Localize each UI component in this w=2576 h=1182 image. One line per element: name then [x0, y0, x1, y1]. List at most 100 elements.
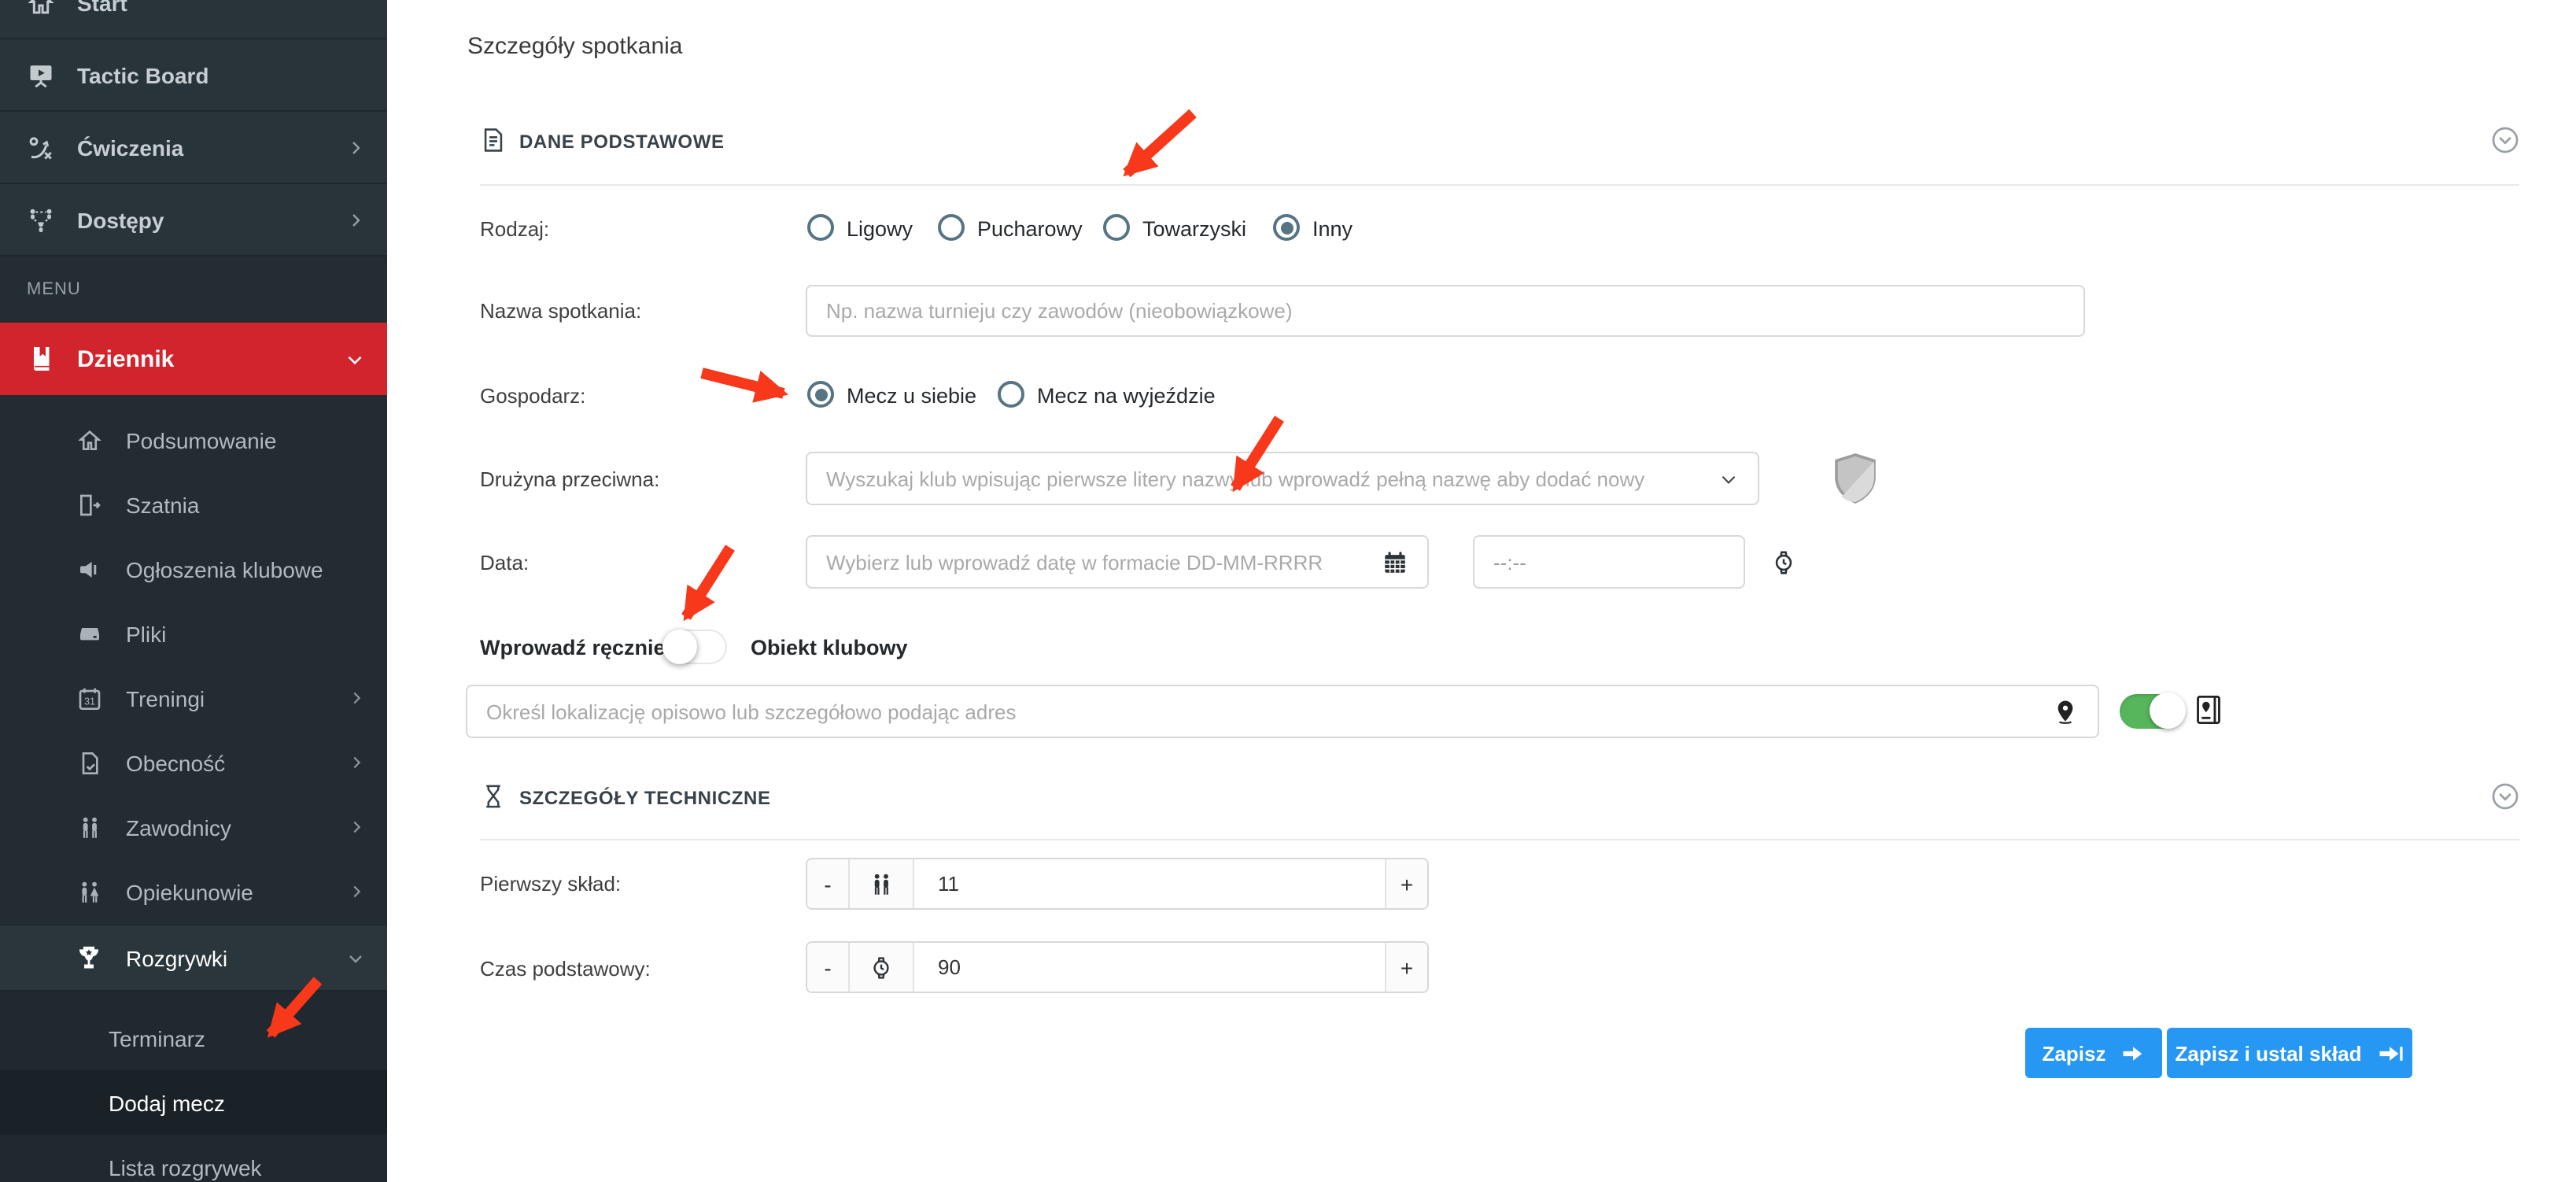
main-content — [387, 0, 2576, 1182]
sidebar-item-label: Terminarz — [109, 1025, 205, 1051]
sidebar-section-label: MENU — [0, 257, 387, 323]
sidebar-item-label: Dodaj mecz — [109, 1090, 225, 1115]
sidebar-item-label: Obecność — [126, 750, 225, 775]
czas-podstawowy-stepper: - 90 + — [806, 941, 1429, 993]
sidebar-item-zawodnicy[interactable]: Zawodnicy — [0, 795, 387, 859]
calendar-icon: 31 — [76, 685, 102, 711]
map-book-icon — [2194, 693, 2224, 727]
rozgrywki-submenu: Terminarz Dodaj mecz Lista rozgrywek — [0, 992, 387, 1182]
sidebar-item-label: Ogłoszenia klubowe — [126, 556, 323, 582]
sidebar-item-label: Podsumowanie — [126, 427, 276, 452]
club-shield-icon — [1827, 450, 1884, 507]
location-mode-toggle[interactable] — [662, 630, 727, 664]
radio-pucharowy-label[interactable]: Pucharowy — [977, 217, 1083, 241]
czas-podstawowy-label: Czas podstawowy: — [480, 957, 651, 981]
sidebar-item-label: Opiekunowie — [126, 879, 253, 904]
door-exit-icon — [76, 492, 102, 517]
sidebar-item-label: Ćwiczenia — [77, 135, 183, 160]
radio-inny-label[interactable]: Inny — [1312, 217, 1353, 241]
arrow-right-icon — [2121, 1043, 2145, 1063]
sidebar-item-podsumowanie[interactable]: Podsumowanie — [0, 408, 387, 472]
watch-icon — [850, 943, 914, 992]
chevron-right-icon — [348, 689, 365, 707]
sidebar-item-pliki[interactable]: Pliki — [0, 601, 387, 666]
radio-inny[interactable] — [1273, 214, 1300, 241]
radio-towarzyski[interactable] — [1103, 214, 1130, 241]
sidebar-item-label: Treningi — [126, 685, 205, 711]
sidebar-item-lista-rozgrywek[interactable]: Lista rozgrywek — [0, 1135, 387, 1182]
document-icon — [480, 126, 507, 154]
sidebar-item-label: Tactic Board — [77, 62, 209, 87]
chevron-down-icon — [1718, 468, 1739, 489]
radio-mecz-na-wyjezdzie[interactable] — [998, 381, 1024, 408]
club-facility-toggle[interactable] — [2120, 694, 2184, 729]
sidebar-item-label: Pliki — [126, 621, 166, 646]
sidebar-item-rozgrywki[interactable]: Rozgrywki — [0, 924, 387, 992]
trophy-icon — [76, 944, 102, 971]
druzyna-select[interactable] — [806, 452, 1759, 505]
data-label: Data: — [480, 551, 529, 574]
decrement-button[interactable]: - — [807, 859, 850, 908]
save-and-lineup-button[interactable]: Zapisz i ustal skład — [2167, 1028, 2412, 1078]
guardians-icon — [76, 879, 102, 904]
divider — [480, 839, 2519, 840]
home-icon — [76, 427, 102, 452]
rodzaj-label: Rodzaj: — [480, 217, 549, 241]
radio-ligowy[interactable] — [807, 214, 834, 241]
clock-icon[interactable] — [1770, 549, 1797, 575]
sidebar-item-treningi[interactable]: 31 Treningi — [0, 666, 387, 730]
sidebar-item-opiekunowie[interactable]: Opiekunowie — [0, 859, 387, 924]
sidebar-item-obecnosc[interactable]: Obecność — [0, 730, 387, 795]
sidebar-item-label: Rozgrywki — [126, 945, 227, 970]
increment-button[interactable]: + — [1385, 943, 1427, 992]
sidebar-item-szatnia[interactable]: Szatnia — [0, 472, 387, 537]
book-icon — [25, 345, 57, 373]
druzyna-label: Drużyna przeciwna: — [480, 467, 659, 491]
date-input[interactable] — [826, 550, 1382, 574]
chevron-down-icon — [345, 349, 365, 369]
nazwa-input[interactable] — [826, 299, 2065, 323]
radio-mecz-na-wyjezdzie-label[interactable]: Mecz na wyjeździe — [1037, 384, 1216, 408]
sidebar-item-dziennik[interactable]: Dziennik — [0, 323, 387, 395]
hard-drive-icon — [76, 621, 102, 646]
sidebar-item-label: Dziennik — [77, 345, 174, 372]
time-input-wrap — [1473, 535, 1745, 589]
save-button[interactable]: Zapisz — [2025, 1028, 2162, 1078]
collapse-section-basic-button[interactable] — [2491, 126, 2519, 154]
sidebar-item-label: Dostępy — [77, 207, 164, 232]
radio-ligowy-label[interactable]: Ligowy — [847, 217, 913, 241]
sidebar-item-start[interactable]: Start — [0, 0, 387, 39]
time-input[interactable] — [1493, 550, 1770, 574]
map-pin-icon[interactable] — [2052, 698, 2079, 725]
people-network-icon — [25, 205, 57, 234]
sidebar-item-tactic-board[interactable]: Tactic Board — [0, 39, 387, 112]
app-root: Start Tactic Board Ćwiczenia — [0, 0, 2576, 1182]
collapse-section-technical-button[interactable] — [2491, 782, 2519, 811]
sidebar-item-dodaj-mecz[interactable]: Dodaj mecz — [0, 1070, 387, 1135]
calendar-icon[interactable] — [1382, 549, 1408, 575]
increment-button[interactable]: + — [1385, 859, 1427, 908]
attendance-check-icon — [76, 750, 102, 775]
radio-towarzyski-label[interactable]: Towarzyski — [1142, 217, 1246, 241]
sidebar-item-ogloszenia[interactable]: Ogłoszenia klubowe — [0, 537, 387, 601]
page-title: Szczegóły spotkania — [467, 33, 683, 60]
sidebar-item-label: Zawodnicy — [126, 814, 231, 840]
sidebar-item-cwiczenia[interactable]: Ćwiczenia — [0, 112, 387, 184]
location-input[interactable] — [486, 700, 2052, 723]
decrement-button[interactable]: - — [807, 943, 850, 992]
gospodarz-label: Gospodarz: — [480, 384, 585, 408]
players-icon — [850, 859, 914, 908]
pierwszy-sklad-value[interactable]: 11 — [914, 859, 1385, 908]
radio-mecz-u-siebie-label[interactable]: Mecz u siebie — [847, 384, 976, 408]
location-input-wrap — [466, 685, 2099, 738]
czas-podstawowy-value[interactable]: 90 — [914, 943, 1385, 992]
radio-mecz-u-siebie[interactable] — [807, 381, 834, 408]
megaphone-icon — [76, 556, 102, 582]
sidebar-item-dostepy[interactable]: Dostępy — [0, 184, 387, 257]
druzyna-search-input[interactable] — [826, 467, 1718, 490]
sidebar-item-terminarz[interactable]: Terminarz — [0, 1006, 387, 1070]
sidebar-top-nav: Start Tactic Board Ćwiczenia — [0, 0, 387, 257]
radio-pucharowy[interactable] — [938, 214, 965, 241]
strategy-icon — [25, 133, 57, 161]
sidebar-item-label: Lista rozgrywek — [109, 1154, 262, 1180]
